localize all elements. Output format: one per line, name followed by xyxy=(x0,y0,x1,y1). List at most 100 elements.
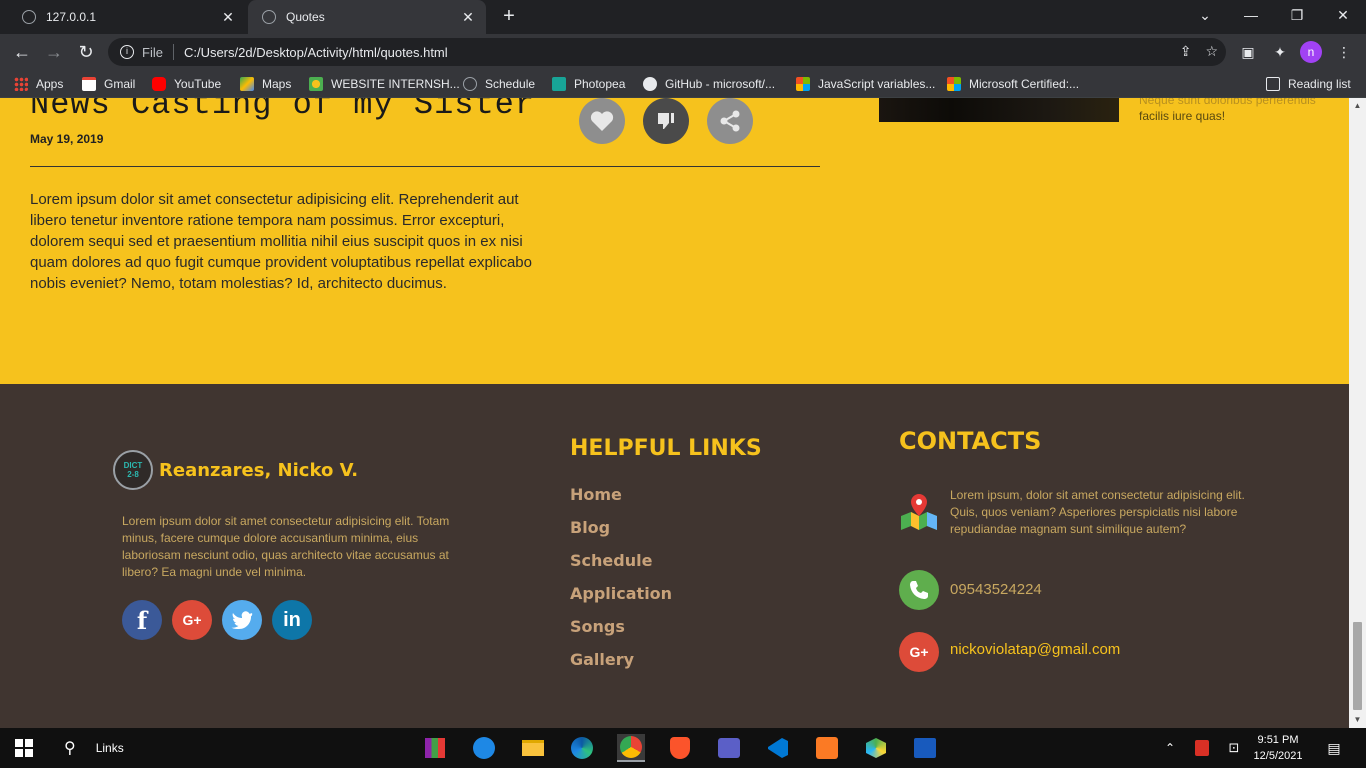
info-icon[interactable]: i xyxy=(120,45,134,59)
bookmark-photopea[interactable]: Photopea xyxy=(552,75,625,93)
chevron-up-icon[interactable]: ⌃ xyxy=(1156,734,1184,762)
tab-title: Quotes xyxy=(286,10,325,24)
footer-brand[interactable]: DICT 2-8 Reanzares, Nicko V. xyxy=(113,450,358,490)
notifications-icon[interactable]: ▤ xyxy=(1320,734,1348,762)
teams-icon[interactable] xyxy=(715,734,743,762)
heart-icon xyxy=(590,111,614,131)
page-viewport: News Casting of my Sister May 19, 2019 L… xyxy=(0,98,1349,728)
winrar-icon[interactable] xyxy=(421,734,449,762)
site-footer: DICT 2-8 Reanzares, Nicko V. Lorem ipsum… xyxy=(0,384,1349,728)
brave-icon[interactable] xyxy=(666,734,694,762)
brand-name: Reanzares, Nicko V. xyxy=(159,459,359,481)
taskbar-search[interactable]: ⚲ Links xyxy=(64,738,124,758)
vscode-icon[interactable] xyxy=(764,734,792,762)
bookmark-label: Maps xyxy=(262,77,292,91)
tab-quotes[interactable]: Quotes ✕ xyxy=(248,0,486,34)
linkedin-icon[interactable]: in xyxy=(272,600,312,640)
tab-search-icon[interactable]: ⌄ xyxy=(1182,0,1228,30)
bookmark-apps[interactable]: Apps xyxy=(14,75,63,93)
bookmark-javascript-variables[interactable]: JavaScript variables... xyxy=(796,75,935,93)
bookmarks-bar: Apps Gmail YouTube Maps WEBSITE INTERNSH… xyxy=(0,70,1366,98)
scroll-thumb[interactable] xyxy=(1353,622,1362,710)
back-arrow-icon[interactable]: ← xyxy=(10,40,34,64)
google-plus-icon[interactable]: G+ xyxy=(899,632,939,672)
footer-link-home[interactable]: Home xyxy=(570,485,622,504)
close-icon[interactable]: ✕ xyxy=(458,7,478,27)
network-icon[interactable]: ⊡ xyxy=(1220,734,1248,762)
maps-icon xyxy=(240,77,254,91)
footer-link-gallery[interactable]: Gallery xyxy=(570,650,634,669)
google-plus-icon[interactable]: G+ xyxy=(172,600,212,640)
share-icon[interactable]: ⇪ xyxy=(1180,43,1192,60)
globe-icon xyxy=(262,10,276,24)
new-tab-button[interactable]: + xyxy=(498,6,520,28)
menu-kebab-icon[interactable]: ⋮ xyxy=(1334,42,1354,62)
bookmark-youtube[interactable]: YouTube xyxy=(152,75,221,93)
address-bar[interactable]: i File C:/Users/2d/Desktop/Activity/html… xyxy=(108,38,1226,66)
windows-start-icon[interactable] xyxy=(10,734,38,762)
windows-logo xyxy=(15,739,33,757)
tab-localhost[interactable]: 127.0.0.1 ✕ xyxy=(8,0,246,34)
search-icon: ⚲ xyxy=(64,740,76,757)
clock-date: 12/5/2021 xyxy=(1253,750,1303,762)
sync-icon[interactable] xyxy=(470,734,498,762)
edge-icon[interactable] xyxy=(568,734,596,762)
restore-button[interactable]: ❐ xyxy=(1274,0,1320,30)
contact-email[interactable]: nickoviolatap@gmail.com xyxy=(950,641,1120,658)
sidebar-thumbnail[interactable] xyxy=(879,98,1119,122)
bookmark-label: Photopea xyxy=(574,77,626,91)
bookmark-schedule[interactable]: Schedule xyxy=(463,75,535,93)
share-button[interactable] xyxy=(707,98,753,144)
close-window-button[interactable]: ✕ xyxy=(1320,0,1366,30)
footer-link-schedule[interactable]: Schedule xyxy=(570,551,652,570)
word-icon[interactable] xyxy=(911,734,939,762)
browser-toolbar: ← → ↻ i File C:/Users/2d/Desktop/Activit… xyxy=(0,34,1366,70)
footer-link-blog[interactable]: Blog xyxy=(570,518,610,537)
forward-arrow-icon[interactable]: → xyxy=(42,40,66,64)
dislike-button[interactable] xyxy=(643,98,689,144)
file-explorer-icon[interactable] xyxy=(519,734,547,762)
side-panel-icon[interactable]: ▣ xyxy=(1238,42,1258,62)
contact-phone[interactable]: 09543524224 xyxy=(950,581,1042,598)
footer-link-songs[interactable]: Songs xyxy=(570,617,625,636)
reload-icon[interactable]: ↻ xyxy=(74,40,98,64)
scroll-down-arrow-icon[interactable]: ▼ xyxy=(1353,715,1362,724)
facebook-icon[interactable]: f xyxy=(122,600,162,640)
bookmark-star-icon[interactable]: ☆ xyxy=(1205,43,1218,60)
chrome-icon[interactable] xyxy=(617,734,645,762)
profile-avatar[interactable]: n xyxy=(1300,41,1322,63)
close-icon[interactable]: ✕ xyxy=(218,7,238,27)
browser-tab-bar: 127.0.0.1 ✕ Quotes ✕ + ⌄ — ❐ ✕ xyxy=(0,0,1366,34)
twitter-icon[interactable] xyxy=(222,600,262,640)
like-button[interactable] xyxy=(579,98,625,144)
tab-title: 127.0.0.1 xyxy=(46,10,97,24)
bookmark-label: GitHub - microsoft/... xyxy=(665,77,776,91)
reading-list-button[interactable]: Reading list xyxy=(1266,75,1351,93)
post-title: News Casting of my Sister xyxy=(30,98,536,123)
bookmark-microsoft-certified[interactable]: Microsoft Certified:... xyxy=(947,75,1079,93)
post-section: News Casting of my Sister May 19, 2019 L… xyxy=(0,98,1349,384)
extensions-puzzle-icon[interactable]: ✦ xyxy=(1270,42,1290,62)
post-divider xyxy=(30,166,820,167)
minimize-button[interactable]: — xyxy=(1228,0,1274,30)
acrobat-icon[interactable] xyxy=(1188,734,1216,762)
scroll-up-arrow-icon[interactable]: ▲ xyxy=(1353,101,1362,110)
post-date: May 19, 2019 xyxy=(30,132,104,146)
brand-description: Lorem ipsum dolor sit amet consectetur a… xyxy=(122,514,450,579)
page-scrollbar[interactable]: ▲ ▼ xyxy=(1349,98,1366,728)
phone-icon[interactable] xyxy=(899,570,939,610)
bookmark-gmail[interactable]: Gmail xyxy=(82,75,135,93)
github-icon xyxy=(643,77,657,91)
post-body: Lorem ipsum dolor sit amet consectetur a… xyxy=(30,191,532,292)
bookmark-maps[interactable]: Maps xyxy=(240,75,291,93)
bookmark-label: YouTube xyxy=(174,77,222,91)
bookmark-website-internship[interactable]: WEBSITE INTERNSH... xyxy=(309,75,460,93)
map-graphic xyxy=(901,494,937,530)
cube-app-icon[interactable] xyxy=(862,734,890,762)
map-pin-icon xyxy=(899,492,939,532)
xampp-icon[interactable] xyxy=(813,734,841,762)
footer-link-application[interactable]: Application xyxy=(570,584,672,603)
clock[interactable]: 9:51 PM 12/5/2021 xyxy=(1250,732,1306,764)
bookmark-github[interactable]: GitHub - microsoft/... xyxy=(643,75,775,93)
url-text[interactable]: C:/Users/2d/Desktop/Activity/html/quotes… xyxy=(184,45,448,60)
